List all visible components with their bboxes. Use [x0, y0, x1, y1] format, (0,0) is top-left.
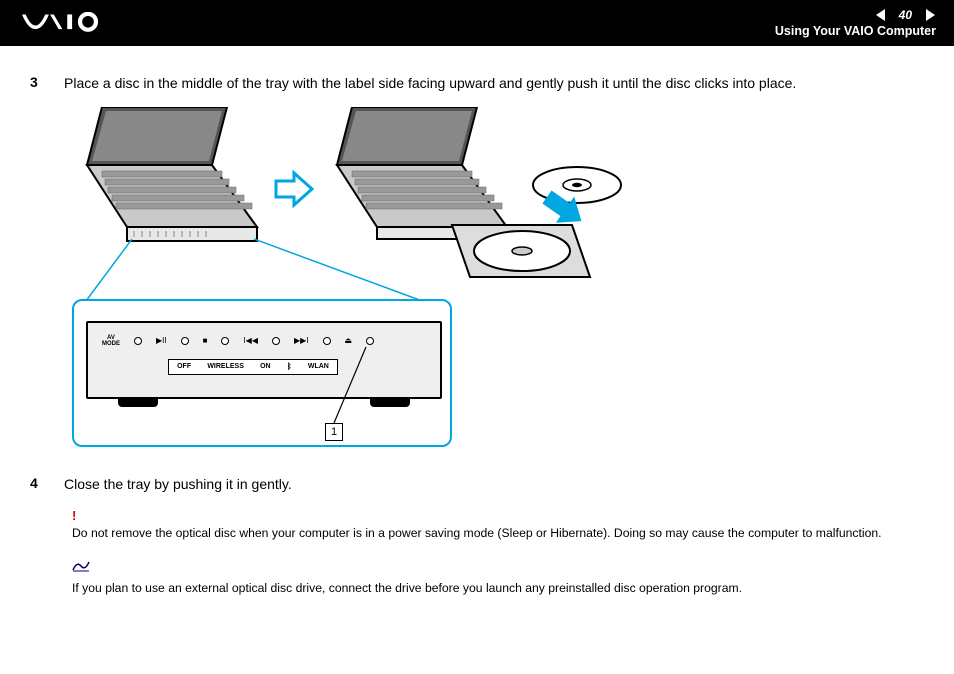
step-3-text: Place a disc in the middle of the tray w…: [64, 74, 796, 93]
page-number: 40: [899, 8, 912, 22]
callout-label-1: 1: [325, 423, 343, 441]
tip-icon: [72, 559, 924, 578]
section-title: Using Your VAIO Computer: [775, 24, 936, 38]
step-3-number: 3: [30, 74, 44, 93]
warning-text: Do not remove the optical disc when your…: [72, 525, 924, 541]
page-body: 3 Place a disc in the middle of the tray…: [0, 46, 954, 635]
figure-area: AV MODE ▶II ■ I◀◀ ▶▶I ⏏ OFF: [72, 107, 672, 457]
vaio-logo: [22, 12, 132, 34]
header-bar: 40 Using Your VAIO Computer: [0, 0, 954, 46]
step-4: 4 Close the tray by pushing it in gently…: [30, 475, 924, 494]
notes-section: ! Do not remove the optical disc when yo…: [72, 508, 924, 597]
warning-icon: !: [72, 508, 924, 523]
next-page-arrow-icon[interactable]: [922, 8, 936, 22]
front-panel-callout: AV MODE ▶II ■ I◀◀ ▶▶I ⏏ OFF: [72, 299, 452, 447]
step-4-text: Close the tray by pushing it in gently.: [64, 475, 292, 494]
page-nav: 40: [875, 8, 936, 22]
header-right: 40 Using Your VAIO Computer: [775, 8, 936, 38]
step-3: 3 Place a disc in the middle of the tray…: [30, 74, 924, 93]
prev-page-arrow-icon[interactable]: [875, 8, 889, 22]
step-4-number: 4: [30, 475, 44, 494]
tip-text: If you plan to use an external optical d…: [72, 580, 924, 596]
